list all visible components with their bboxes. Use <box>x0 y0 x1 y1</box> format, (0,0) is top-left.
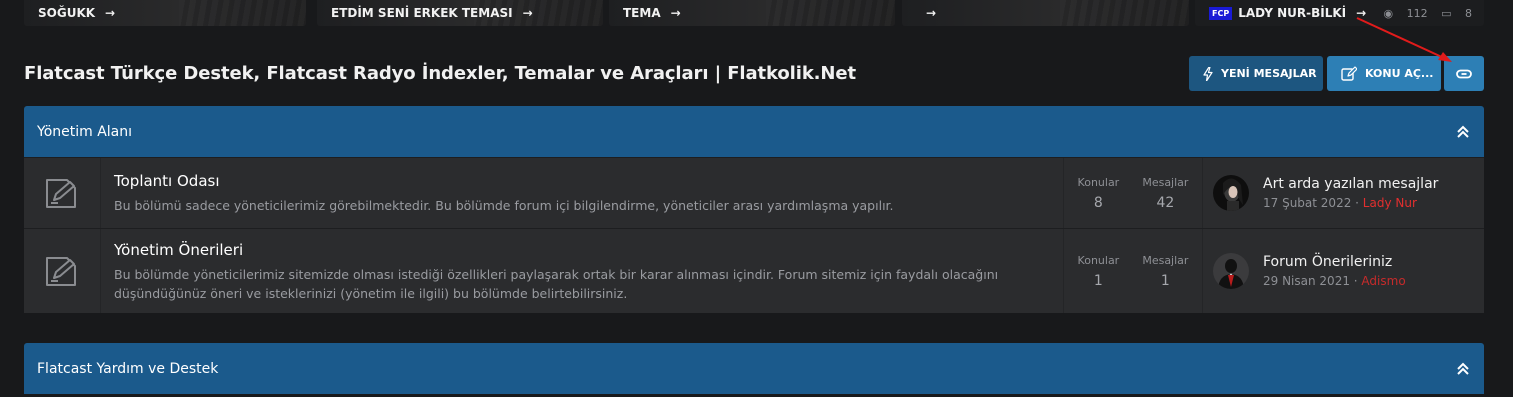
arrow-right-icon: → <box>522 6 533 20</box>
last-post-user[interactable]: Lady Nur <box>1363 196 1417 210</box>
slide-stats: ◉ 112 ▭ 8 <box>1373 7 1472 20</box>
slide-item[interactable]: → <box>902 0 1189 26</box>
featured-slider: SOĞUKK → ETDİM SENİ ERKEK TEMASI → TEMA → →… <box>24 0 1484 26</box>
slide-title: TEMA <box>623 6 661 20</box>
link-icon <box>1456 69 1472 78</box>
slide-image <box>766 0 895 26</box>
avatar[interactable] <box>1213 253 1249 289</box>
page-title: Flatcast Türkçe Destek, Flatcast Radyo İ… <box>24 63 857 84</box>
threads-label: Konular <box>1077 175 1120 189</box>
fcp-badge: FCP <box>1209 7 1233 20</box>
forum-node: Yönetim Önerileri Bu bölümde yöneticiler… <box>24 228 1484 313</box>
slide-title: ETDİM SENİ ERKEK TEMASI <box>331 6 513 20</box>
last-post: Art arda yazılan mesajlar 17 Şubat 2022 … <box>1203 158 1484 228</box>
slide-item[interactable]: FCP LADY NUR-BİLKİ → ◉ 112 ▭ 8 <box>1195 0 1484 26</box>
forum-node-icon <box>46 179 76 208</box>
threads-count: 8 <box>1093 194 1103 211</box>
category-header: Yönetim Alanı <box>24 106 1484 157</box>
node-description: Bu bölümü sadece yöneticilerimiz görebil… <box>114 198 894 213</box>
threads-label: Konular <box>1077 253 1120 267</box>
replies-count: 8 <box>1465 7 1472 20</box>
last-post-title[interactable]: Art arda yazılan mesajlar <box>1263 176 1438 192</box>
forum-node-icon <box>46 257 76 286</box>
post-thread-label: KONU AÇ... <box>1365 67 1434 80</box>
category-block: Flatcast Yardım ve Destek <box>24 343 1484 394</box>
node-title[interactable]: Toplantı Odası <box>114 172 1063 190</box>
category-title[interactable]: Flatcast Yardım ve Destek <box>37 361 218 377</box>
last-post-user[interactable]: Adismo <box>1361 274 1405 288</box>
slide-item[interactable]: TEMA → <box>609 0 895 26</box>
post-thread-button[interactable]: KONU AÇ... <box>1327 56 1441 91</box>
arrow-right-icon: → <box>670 6 681 20</box>
arrow-right-icon: → <box>105 6 116 20</box>
node-title[interactable]: Yönetim Önerileri <box>114 241 1063 259</box>
messages-label: Mesajlar <box>1142 253 1189 267</box>
watch-button[interactable] <box>1444 56 1484 91</box>
avatar[interactable] <box>1213 175 1249 211</box>
messages-label: Mesajlar <box>1142 175 1189 189</box>
last-post-date[interactable]: 17 Şubat 2022 <box>1263 196 1351 210</box>
arrow-right-icon: → <box>1356 6 1367 20</box>
views-count: 112 <box>1406 7 1428 20</box>
category-title[interactable]: Yönetim Alanı <box>37 124 132 140</box>
edit-icon <box>1341 65 1357 81</box>
slide-image <box>1059 0 1189 26</box>
collapse-icon[interactable] <box>1456 125 1470 139</box>
slide-title: LADY NUR-BİLKİ <box>1238 6 1347 20</box>
node-stats: Konular 8 Mesajlar 42 <box>1064 158 1203 228</box>
slide-item[interactable]: SOĞUKK → <box>24 0 306 26</box>
last-post: Forum Önerileriniz 29 Nisan 2021 · Adism… <box>1203 229 1484 313</box>
threads-count: 1 <box>1093 272 1103 289</box>
category-header: Flatcast Yardım ve Destek <box>24 343 1484 394</box>
messages-count: 1 <box>1160 272 1170 289</box>
meta-separator: · <box>1351 196 1363 210</box>
last-post-date[interactable]: 29 Nisan 2021 <box>1263 274 1350 288</box>
arrow-right-icon: → <box>926 6 937 20</box>
last-post-title[interactable]: Forum Önerileriniz <box>1263 254 1406 270</box>
slide-image <box>179 0 306 26</box>
meta-separator: · <box>1349 274 1362 288</box>
eye-icon: ◉ <box>1383 7 1394 20</box>
node-description: Bu bölümde yöneticilerimiz sitemizde olm… <box>114 267 999 301</box>
node-stats: Konular 1 Mesajlar 1 <box>1064 229 1203 313</box>
collapse-icon[interactable] <box>1456 362 1470 376</box>
messages-count: 42 <box>1156 194 1175 211</box>
bolt-icon <box>1203 66 1213 81</box>
slide-title: SOĞUKK <box>38 6 96 20</box>
slide-item[interactable]: ETDİM SENİ ERKEK TEMASI → <box>317 0 603 26</box>
new-posts-label: YENİ MESAJLAR <box>1221 67 1317 80</box>
category-block: Yönetim Alanı Toplantı Odası Bu bölümü s… <box>24 106 1484 313</box>
new-posts-button[interactable]: YENİ MESAJLAR <box>1189 56 1323 91</box>
comment-icon: ▭ <box>1441 7 1452 20</box>
forum-node: Toplantı Odası Bu bölümü sadece yönetici… <box>24 157 1484 228</box>
